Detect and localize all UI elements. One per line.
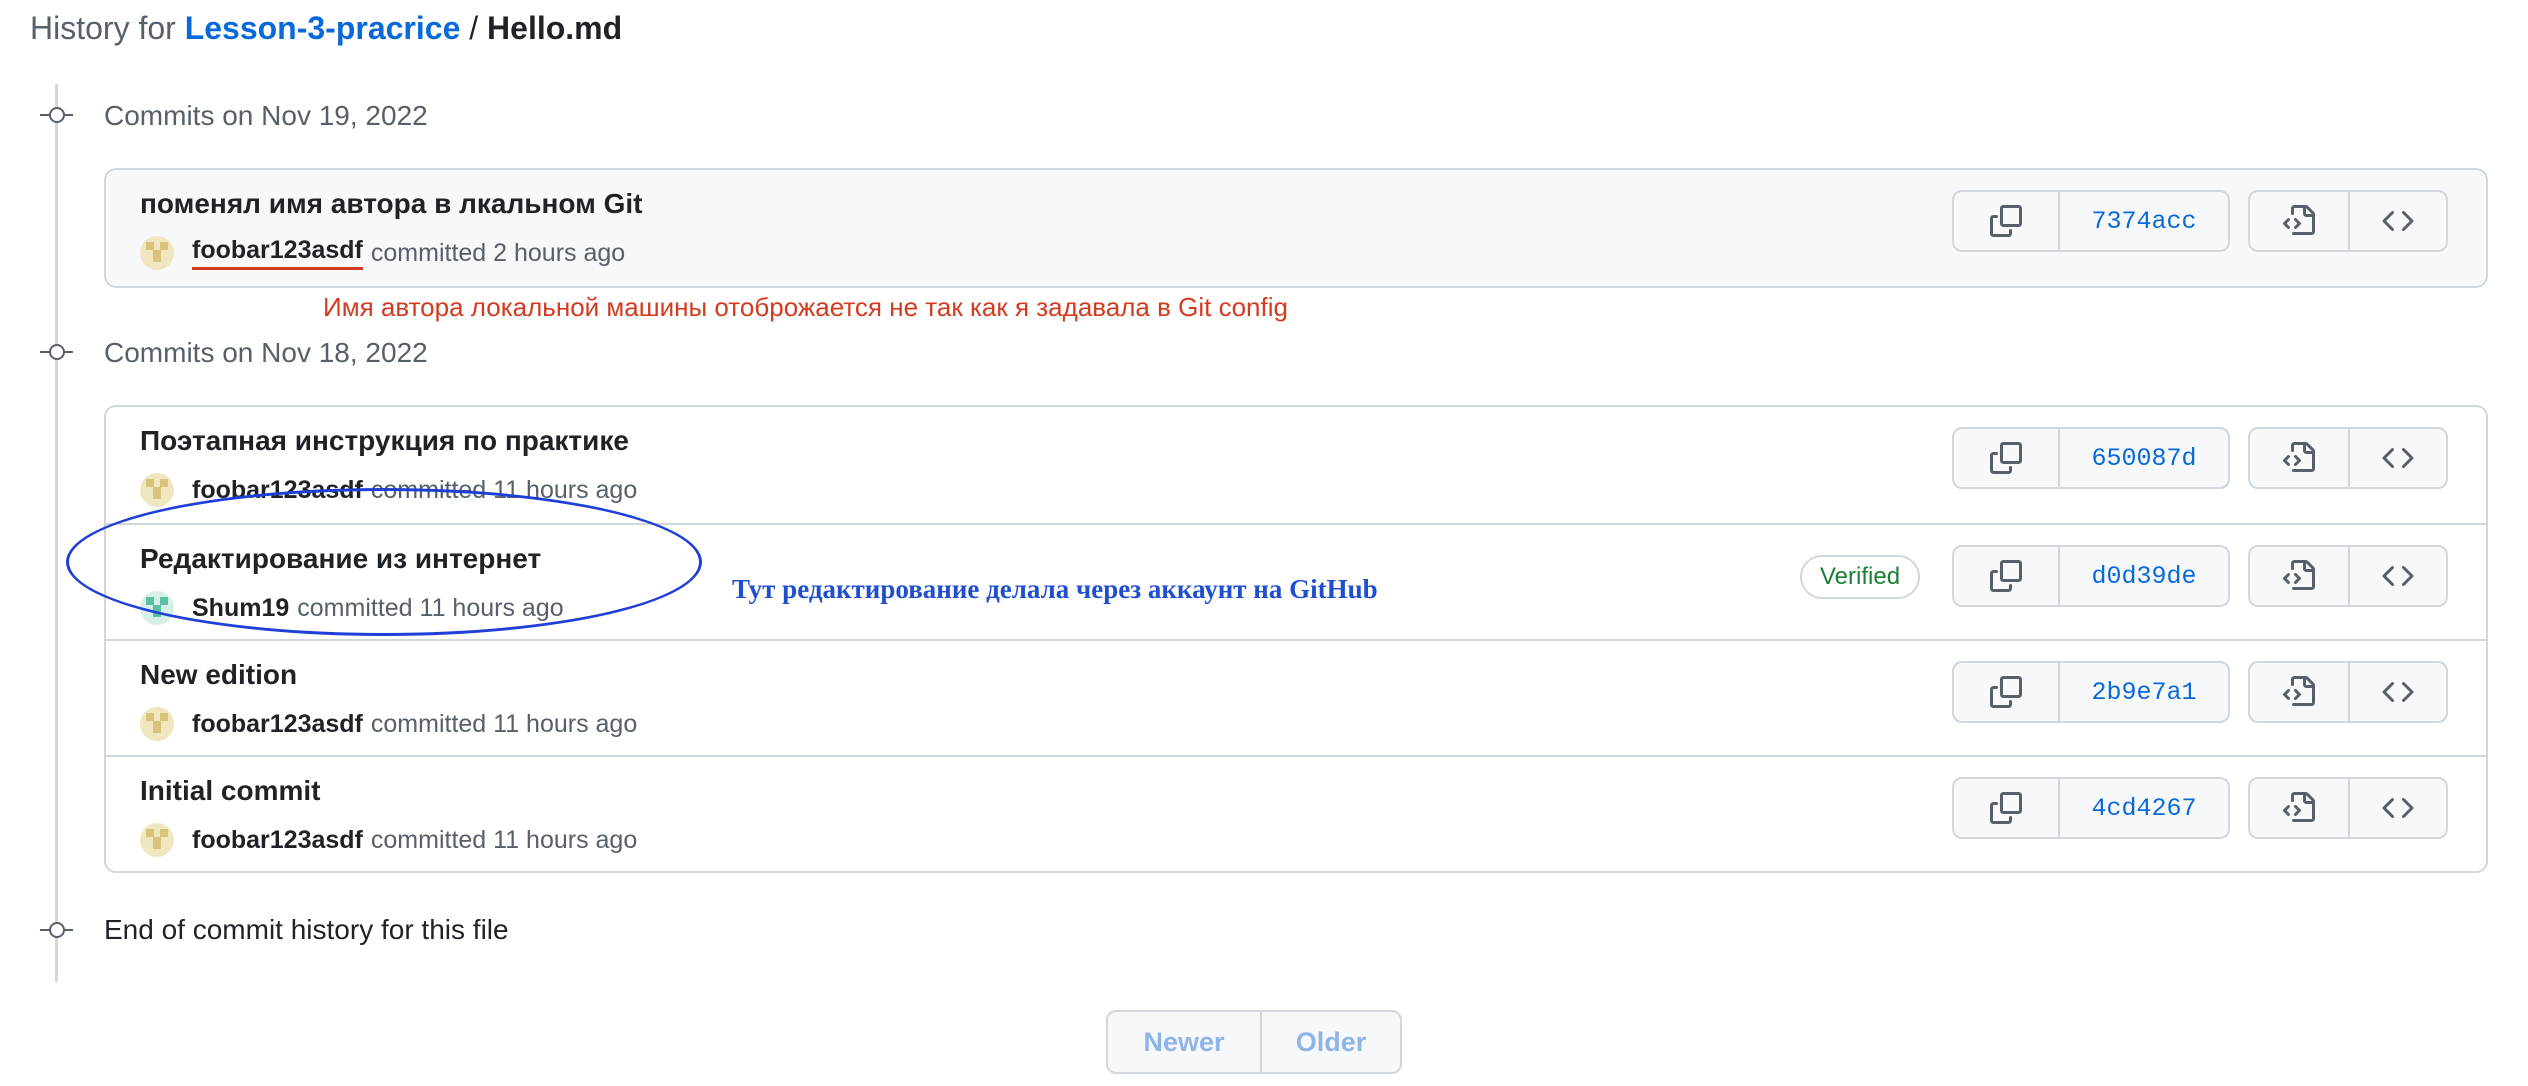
commit-sha-link[interactable]: d0d39de <box>2058 547 2228 605</box>
avatar[interactable] <box>140 236 174 270</box>
commit-author[interactable]: Shum19 <box>192 594 289 623</box>
avatar[interactable] <box>140 707 174 741</box>
view-file-button[interactable] <box>2250 429 2348 487</box>
commit-group-date: Commits on Nov 18, 2022 <box>104 337 428 368</box>
copy-sha-button[interactable] <box>1954 779 2058 837</box>
file-code-icon <box>2283 442 2315 472</box>
code-icon <box>2382 447 2414 469</box>
sha-button-group: 650087d <box>1952 427 2230 489</box>
commit-author[interactable]: foobar123asdf <box>192 710 363 739</box>
commit-time: committed 11 hours ago <box>370 709 638 738</box>
code-icon <box>2382 797 2414 819</box>
commit-title[interactable]: Initial commit <box>140 775 320 807</box>
commit-time: committed 11 hours ago <box>297 593 564 622</box>
history-prefix: History for <box>30 10 176 46</box>
copy-icon <box>1990 676 2022 708</box>
commit-meta: foobar123asdf committed 11 hours ago <box>140 707 637 741</box>
copy-icon <box>1990 205 2022 237</box>
browse-repo-button[interactable] <box>2348 192 2446 250</box>
commit-sha-link[interactable]: 650087d <box>2058 429 2228 487</box>
commit-author[interactable]: foobar123asdf <box>192 826 363 855</box>
browse-button-group <box>2248 661 2448 723</box>
commit-time: committed 11 hours ago <box>370 825 638 854</box>
commit-group-icon <box>40 920 73 940</box>
sha-button-group: 7374acc <box>1952 190 2230 252</box>
timeline-line <box>55 84 58 982</box>
file-name: Hello.md <box>487 10 623 46</box>
copy-icon <box>1990 792 2022 824</box>
sha-button-group: d0d39de <box>1952 545 2230 607</box>
view-file-button[interactable] <box>2250 192 2348 250</box>
sha-button-group: 2b9e7a1 <box>1952 661 2230 723</box>
commit-sha-link[interactable]: 7374acc <box>2058 192 2228 250</box>
blue-annotation: Тут редактирование делала через аккаунт … <box>732 574 1378 604</box>
commit-list: поменял имя автора в лкальном Git foobar… <box>104 168 2488 288</box>
browse-repo-button[interactable] <box>2348 779 2446 837</box>
browse-repo-button[interactable] <box>2348 547 2446 605</box>
sha-button-group: 4cd4267 <box>1952 777 2230 839</box>
commit-group-date: Commits on Nov 19, 2022 <box>104 100 428 131</box>
copy-sha-button[interactable] <box>1954 429 2058 487</box>
code-icon <box>2382 681 2414 703</box>
copy-sha-button[interactable] <box>1954 192 2058 250</box>
commit-sha-link[interactable]: 2b9e7a1 <box>2058 663 2228 721</box>
commit-group-icon <box>40 342 73 362</box>
file-code-icon <box>2283 676 2315 706</box>
commit-row: Поэтапная инструкция по практике foobar1… <box>106 407 2486 523</box>
commit-time: committed 2 hours ago <box>370 238 626 267</box>
commit-row: Initial commit foobar123asdf committed 1… <box>106 755 2486 871</box>
commit-row: поменял имя автора в лкальном Git foobar… <box>106 170 2486 286</box>
red-annotation: Имя автора локальной машины отоброжается… <box>323 292 1288 322</box>
commit-meta: Shum19 committed 11 hours ago <box>140 591 564 625</box>
commit-title[interactable]: Поэтапная инструкция по практике <box>140 425 629 457</box>
commit-list: Поэтапная инструкция по практике foobar1… <box>104 405 2488 873</box>
commit-title[interactable]: New edition <box>140 659 297 691</box>
verified-badge[interactable]: Verified <box>1800 555 1921 599</box>
path-separator: / <box>469 10 479 46</box>
commit-time: committed 11 hours ago <box>370 475 638 504</box>
commit-meta: foobar123asdf committed 2 hours ago <box>140 236 625 270</box>
copy-sha-button[interactable] <box>1954 663 2058 721</box>
file-code-icon <box>2283 792 2315 822</box>
repo-link[interactable]: Lesson-3-pracrice <box>185 10 461 46</box>
avatar[interactable] <box>140 473 174 507</box>
commit-title[interactable]: поменял имя автора в лкальном Git <box>140 188 643 220</box>
code-icon <box>2382 565 2414 587</box>
code-icon <box>2382 210 2414 232</box>
view-file-button[interactable] <box>2250 547 2348 605</box>
avatar[interactable] <box>140 591 174 625</box>
commit-meta: foobar123asdf committed 11 hours ago <box>140 473 637 507</box>
commit-sha-link[interactable]: 4cd4267 <box>2058 779 2228 837</box>
browse-repo-button[interactable] <box>2348 429 2446 487</box>
commit-author[interactable]: foobar123asdf <box>192 236 363 270</box>
file-code-icon <box>2283 205 2315 235</box>
browse-button-group <box>2248 545 2448 607</box>
view-file-button[interactable] <box>2250 779 2348 837</box>
copy-icon <box>1990 442 2022 474</box>
commit-group-icon <box>40 105 73 125</box>
page-title: History for Lesson-3-pracrice / Hello.md <box>30 4 622 52</box>
browse-repo-button[interactable] <box>2348 663 2446 721</box>
copy-icon <box>1990 560 2022 592</box>
copy-sha-button[interactable] <box>1954 547 2058 605</box>
file-code-icon <box>2283 560 2315 590</box>
end-of-history: End of commit history for this file <box>104 914 509 945</box>
browse-button-group <box>2248 427 2448 489</box>
browse-button-group <box>2248 190 2448 252</box>
commit-title[interactable]: Редактирование из интернет <box>140 543 541 575</box>
pagination: Newer Older <box>1106 1010 1402 1074</box>
newer-button[interactable]: Newer <box>1108 1012 1260 1072</box>
commit-row: New edition foobar123asdf committed 11 h… <box>106 639 2486 755</box>
commit-author[interactable]: foobar123asdf <box>192 476 363 505</box>
commit-meta: foobar123asdf committed 11 hours ago <box>140 823 637 857</box>
view-file-button[interactable] <box>2250 663 2348 721</box>
avatar[interactable] <box>140 823 174 857</box>
browse-button-group <box>2248 777 2448 839</box>
older-button[interactable]: Older <box>1260 1012 1400 1072</box>
